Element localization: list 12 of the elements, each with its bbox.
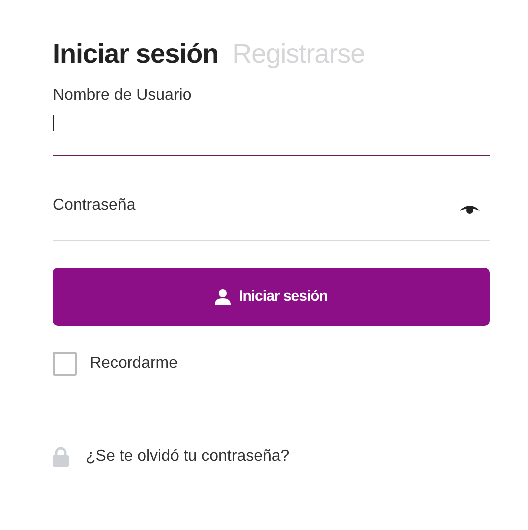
user-icon xyxy=(215,289,232,305)
eye-icon[interactable] xyxy=(460,204,480,216)
password-field[interactable]: Contraseña xyxy=(53,194,353,218)
text-cursor xyxy=(53,115,54,131)
field-label: Nombre de Usuario xyxy=(53,86,193,106)
tab[interactable]: Iniciar sesión xyxy=(53,36,219,72)
lock-icon xyxy=(53,447,69,467)
remember-label: Recordarme xyxy=(90,354,178,374)
forgot-password-link[interactable]: ¿Se te olvidó tu contraseña? xyxy=(86,445,290,469)
login-button[interactable]: Iniciar sesión xyxy=(53,268,490,326)
remember-checkbox[interactable] xyxy=(53,352,77,376)
username-field[interactable]: Nombre de Usuario xyxy=(53,86,490,156)
